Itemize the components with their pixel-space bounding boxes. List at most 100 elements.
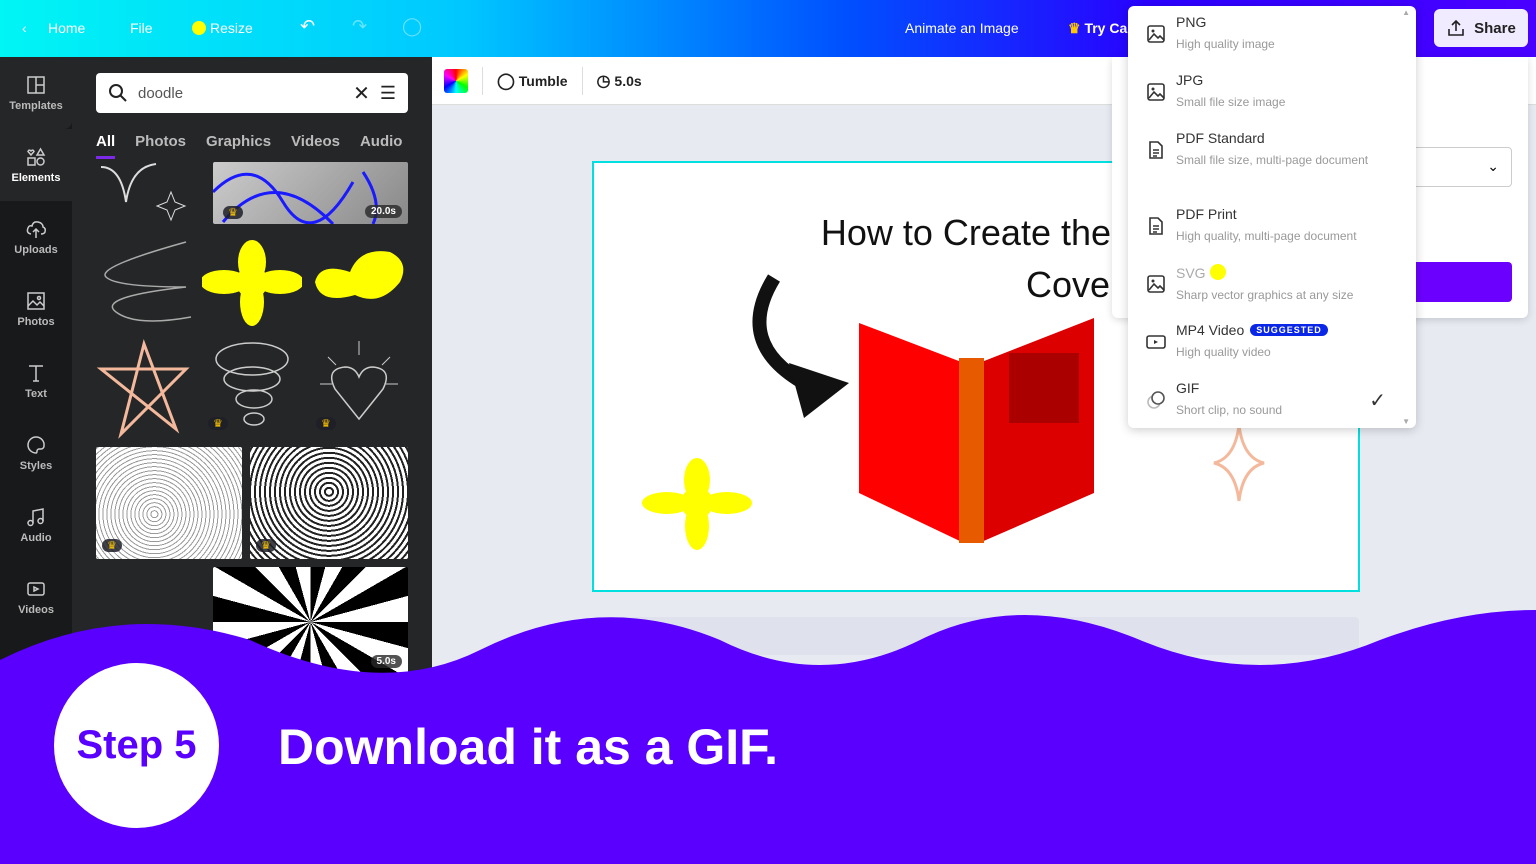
side-rail: Templates Elements Uploads Photos Text Styles… [0, 57, 72, 677]
scribble-doodle[interactable] [96, 237, 192, 327]
sidebar-item-audio[interactable]: Audio [0, 489, 72, 561]
sidebar-item-label: Uploads [14, 244, 58, 256]
option-description: High quality image [1176, 37, 1275, 51]
templates-icon [27, 76, 45, 94]
yellow-flower-doodle[interactable] [200, 240, 304, 326]
checkmark-icon: ✓ [1369, 390, 1386, 412]
file-type-option-jpg[interactable]: JPG Small file size image [1128, 72, 1416, 112]
tab-all[interactable]: All [96, 133, 116, 159]
option-title: GIF [1176, 380, 1200, 396]
upload-icon [26, 221, 46, 238]
file-type-option-svg[interactable]: SVG Sharp vector graphics at any size [1128, 264, 1416, 305]
download-button[interactable] [1412, 262, 1512, 302]
share-button[interactable]: Share [1434, 9, 1528, 47]
document-icon [1149, 141, 1163, 159]
suggested-badge: SUGGESTED [1250, 324, 1328, 336]
save-status-icon: ◯ [402, 16, 423, 36]
search-input[interactable]: doodle ✕ ☰ [96, 73, 408, 113]
option-description: Small file size, multi-page document [1176, 153, 1369, 167]
file-type-select[interactable]: ⌄ [1412, 147, 1512, 187]
sidebar-item-elements[interactable]: Elements [0, 129, 72, 201]
crown-icon: ♛ [102, 539, 122, 552]
tab-audio[interactable]: Audio [360, 133, 403, 159]
file-type-option-gif[interactable]: GIF Short clip, no sound ✓ [1128, 380, 1416, 420]
resize-button[interactable]: Resize [192, 20, 253, 36]
file-type-option-pdf-print[interactable]: PDF Print High quality, multi-page docume… [1128, 206, 1416, 246]
scribble-video-thumb[interactable]: ♛ 20.0s [213, 162, 408, 224]
heart-doodle[interactable]: ♛ [310, 339, 408, 439]
spiral-doodle[interactable]: ♛ [208, 339, 294, 439]
undo-icon[interactable]: ↶ [300, 16, 315, 37]
doodle-monsters-thumb[interactable]: ♛ [250, 447, 408, 559]
option-description: Short clip, no sound [1176, 403, 1283, 417]
share-icon [1448, 19, 1464, 36]
tab-photos[interactable]: Photos [135, 133, 186, 159]
option-title: PDF Standard [1176, 130, 1265, 146]
redo-icon[interactable]: ↷ [352, 16, 367, 37]
step-caption: Download it as a GIF. [278, 719, 779, 775]
music-icon [27, 508, 44, 527]
option-title: PNG [1176, 14, 1207, 30]
filter-icon[interactable]: ☰ [380, 83, 396, 104]
clear-icon[interactable]: ✕ [353, 81, 370, 106]
image-icon [1147, 25, 1165, 43]
color-picker[interactable] [444, 68, 468, 93]
file-type-option-mp4-video[interactable]: MP4 Video SUGGESTED High quality video [1128, 322, 1416, 362]
crown-icon: ♛ [1068, 20, 1081, 36]
yellow-blob[interactable] [310, 247, 408, 307]
video-icon [27, 582, 45, 596]
option-title: MP4 Video [1176, 322, 1245, 338]
file-type-option-pdf-standard[interactable]: PDF Standard Small file size, multi-page … [1128, 130, 1416, 170]
photo-icon [27, 292, 45, 310]
step-badge: Step 5 [54, 663, 219, 828]
flower-graphic[interactable] [642, 458, 752, 553]
doodle-pattern-thumb[interactable]: ♛ [96, 447, 242, 559]
crown-icon: ♛ [316, 417, 336, 430]
clock-icon: ◷ [596, 72, 611, 90]
duration-badge: 20.0s [364, 205, 402, 218]
try-pro-button[interactable]: ♛ Try Ca [1068, 20, 1127, 37]
book-graphic[interactable] [854, 313, 1104, 553]
sidebar-item-label: Photos [17, 316, 55, 328]
search-value: doodle [138, 84, 184, 102]
sidebar-item-uploads[interactable]: Uploads [0, 201, 72, 273]
tab-videos[interactable]: Videos [291, 133, 340, 159]
animation-label: Tumble [518, 72, 568, 89]
duration-label: 5.0s [614, 72, 642, 89]
back-chevron-icon[interactable]: ‹ [22, 20, 27, 36]
share-label: Share [1474, 19, 1516, 37]
arrow-graphic[interactable] [744, 273, 864, 423]
resize-label: Resize [210, 20, 253, 36]
crown-icon [192, 21, 206, 35]
search-icon [109, 84, 127, 102]
home-button[interactable]: Home [48, 20, 85, 36]
animation-button[interactable]: ◯ Tumble [497, 71, 568, 91]
file-menu[interactable]: File [130, 20, 153, 36]
option-title: SVG [1176, 265, 1206, 281]
divider [482, 66, 483, 95]
file-type-option-png[interactable]: PNG High quality image [1128, 14, 1416, 54]
sidebar-item-templates[interactable]: Templates [0, 57, 72, 129]
sidebar-item-photos[interactable]: Photos [0, 273, 72, 345]
duration-button[interactable]: ◷ 5.0s [597, 71, 642, 91]
text-icon [29, 365, 43, 382]
star-doodle[interactable] [96, 339, 190, 439]
crown-icon: ♛ [223, 206, 243, 219]
document-title[interactable]: Animate an Image [905, 20, 1019, 36]
document-icon [1149, 217, 1163, 235]
search-tabs: All Photos Graphics Videos Audio [96, 133, 402, 159]
sidebar-item-label: Elements [11, 172, 61, 184]
sidebar-item-label: Templates [9, 100, 63, 112]
sidebar-item-text[interactable]: Text [0, 345, 72, 417]
sidebar-item-styles[interactable]: Styles [0, 417, 72, 489]
animate-icon: ◯ [497, 72, 515, 90]
sparkle-doodle[interactable] [96, 162, 206, 222]
palette-icon [27, 436, 45, 454]
file-type-dropdown: ▲ ▼ PNG High quality image JPG Small file s… [1128, 6, 1416, 428]
sidebar-item-label: Styles [19, 460, 53, 472]
gif-icon [1147, 391, 1165, 409]
video-icon [1146, 335, 1166, 349]
sparkle-graphic[interactable] [1209, 423, 1269, 503]
divider [581, 66, 583, 95]
tab-graphics[interactable]: Graphics [206, 133, 271, 159]
